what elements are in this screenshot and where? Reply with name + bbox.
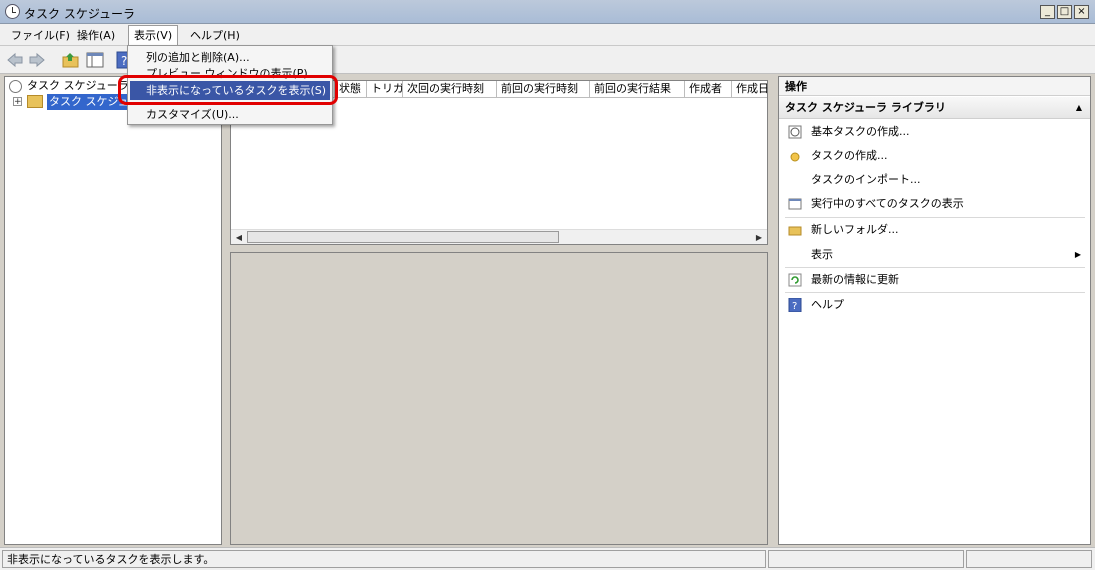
actions-header: 操作 [779,77,1090,96]
forward-arrow-icon[interactable] [28,51,46,69]
create-task-icon [790,152,800,162]
menu-file[interactable]: ファイル(F) [6,27,75,44]
folder-icon [27,95,43,108]
menu-view[interactable]: 表示(V) [128,25,179,46]
clock-icon [5,4,20,19]
maximize-button[interactable]: □ [1057,5,1072,19]
action-create-basic-task[interactable]: 基本タスクの作成... [779,120,1085,144]
menu-action[interactable]: 操作(A) [72,27,120,44]
action-import-task[interactable]: タスクのインポート... [779,168,1085,192]
back-arrow-icon[interactable] [6,51,24,69]
scroll-right-icon[interactable]: ▶ [752,231,766,244]
menu-item-customize[interactable]: カスタマイズ(U)... [130,105,330,124]
action-label: 最新の情報に更新 [811,273,899,286]
window-title: タスク スケジューラ [24,7,135,21]
actions-pane: 操作 タスク スケジューラ ライブラリ ▲ 基本タスクの作成... タスクの作成… [778,76,1091,545]
status-cell-2 [768,550,964,568]
column-header-created[interactable]: 作成日 [732,81,767,98]
action-label: タスクのインポート... [811,173,921,186]
column-header-trigger[interactable]: トリガ [367,81,403,98]
action-label: 表示 [811,248,833,261]
svg-text:?: ? [792,301,797,312]
action-new-folder[interactable]: 新しいフォルダ... [779,218,1085,242]
action-create-task[interactable]: タスクの作成... [779,144,1085,168]
action-help[interactable]: ? ヘルプ [779,293,1085,317]
column-header-last-run[interactable]: 前回の実行時刻 [497,81,590,98]
title-bar: タスク スケジューラ _ □ × [0,0,1095,24]
status-bar: 非表示になっているタスクを表示します。 [0,547,1095,570]
running-tasks-icon [788,198,802,210]
horizontal-scrollbar[interactable]: ◀ ▶ [231,229,767,244]
submenu-arrow-icon: ▶ [1074,250,1081,259]
status-cell-3 [966,550,1092,568]
minimize-button[interactable]: _ [1040,5,1055,19]
action-label: ヘルプ [811,298,844,311]
expand-icon[interactable]: + [13,97,22,107]
menu-bar: ファイル(F) 操作(A) 表示(V) ヘルプ(H) [0,24,1095,46]
column-header-last-result[interactable]: 前回の実行結果 [590,81,685,98]
action-refresh[interactable]: 最新の情報に更新 [779,268,1085,292]
status-text: 非表示になっているタスクを表示します。 [2,550,766,568]
scroll-thumb[interactable] [247,231,559,243]
console-tree: タスク スケジューラ ( + タスク スケジューラ [4,76,222,545]
preview-pane [230,252,768,545]
section-title: タスク スケジューラ ライブラリ [785,101,946,114]
column-header-status[interactable]: 状態 [335,81,367,98]
basic-task-icon [788,125,802,139]
action-label: 基本タスクの作成... [811,125,910,138]
action-show-running-tasks[interactable]: 実行中のすべてのタスクの表示 [779,192,1085,216]
actions-section-header[interactable]: タスク スケジューラ ライブラリ ▲ [779,97,1090,119]
menu-help[interactable]: ヘルプ(H) [185,27,245,44]
action-label: 新しいフォルダ... [811,223,899,236]
new-folder-icon [788,226,802,236]
help-icon: ? [788,298,802,312]
column-header-author[interactable]: 作成者 [685,81,732,98]
scroll-left-icon[interactable]: ◀ [232,231,246,244]
pane-splitter[interactable] [222,76,230,545]
action-view[interactable]: 表示 ▶ [779,243,1085,267]
action-label: タスクの作成... [811,149,888,162]
column-header-next-run[interactable]: 次回の実行時刻 [403,81,497,98]
clock-icon [9,80,22,93]
refresh-icon [788,273,802,287]
highlight-annotation [118,75,338,105]
collapse-icon[interactable]: ▲ [1076,97,1082,119]
console-tree-icon[interactable] [86,51,104,69]
action-label: 実行中のすべてのタスクの表示 [811,197,964,210]
close-button[interactable]: × [1074,5,1089,19]
up-folder-icon[interactable] [62,51,80,69]
